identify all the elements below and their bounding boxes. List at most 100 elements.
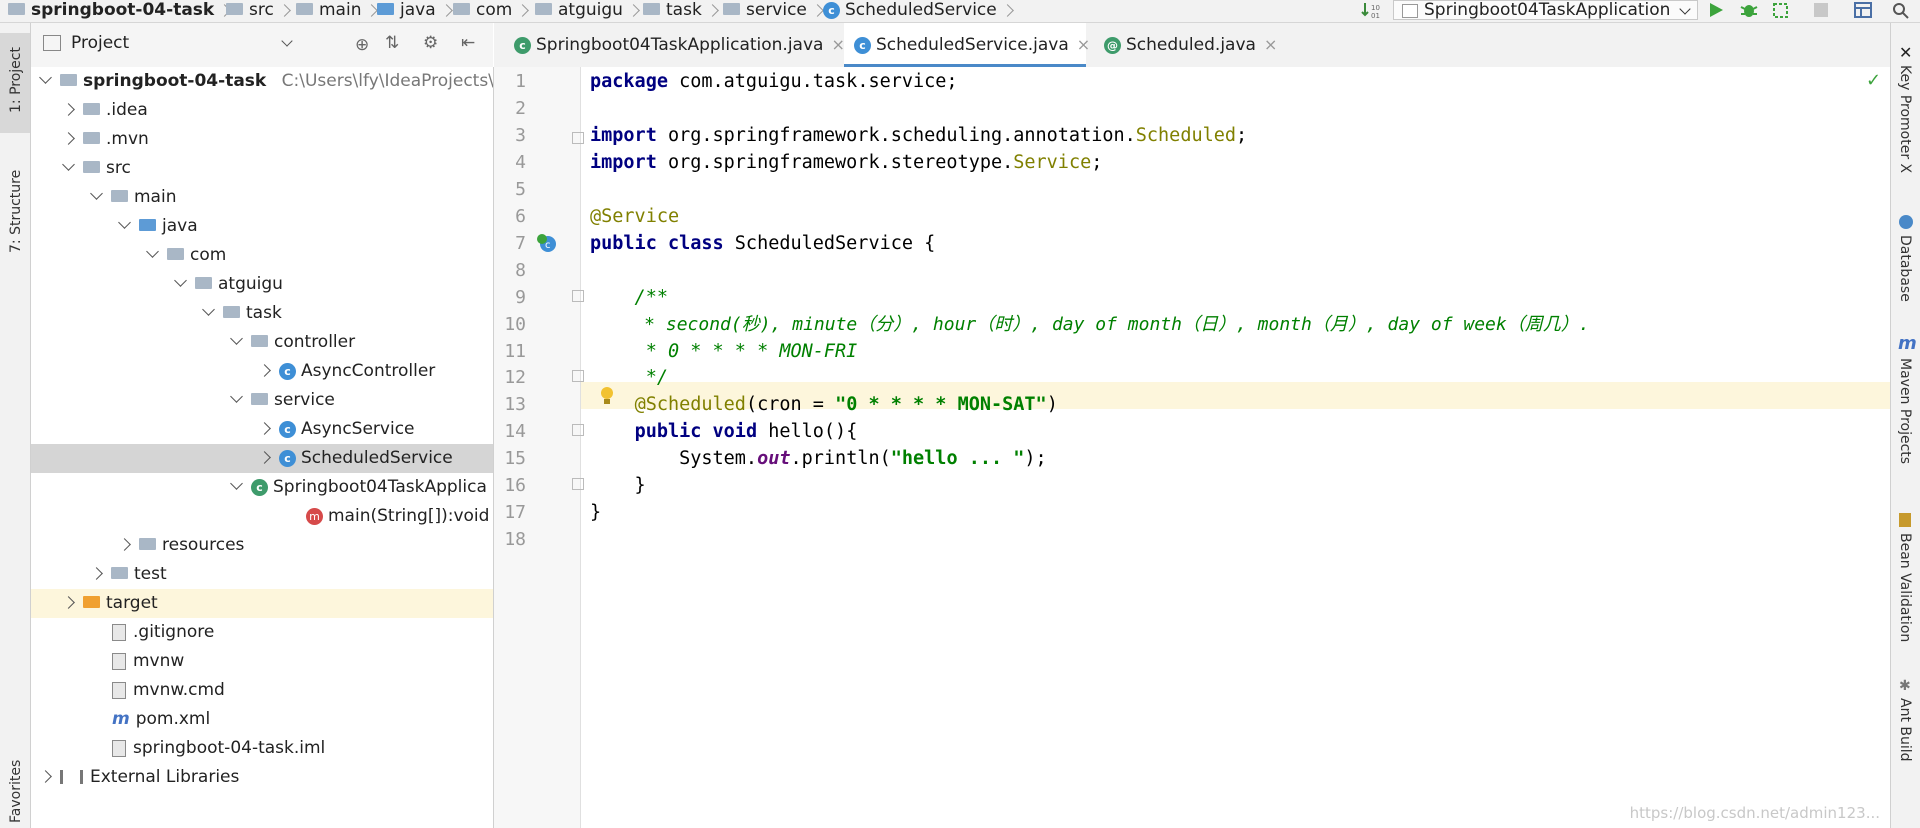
tree-item-resources[interactable]: resources	[31, 531, 493, 560]
breadcrumb-item-com[interactable]: com	[453, 0, 530, 22]
line-number: 1	[515, 71, 526, 92]
tree-item-mvn[interactable]: .mvn	[31, 125, 493, 154]
bean-validation-tool-button[interactable]: Bean Validation	[1897, 533, 1913, 642]
tree-item-iml[interactable]: springboot-04-task.iml	[31, 734, 493, 763]
tree-item-asyncservice[interactable]: c AsyncService	[31, 415, 493, 444]
chevron-down-icon[interactable]	[146, 245, 159, 258]
maven-icon: m	[1898, 333, 1917, 354]
chevron-down-icon[interactable]	[62, 158, 75, 171]
close-icon[interactable]: ×	[831, 35, 844, 54]
chevron-down-icon[interactable]	[230, 332, 243, 345]
tree-item-java[interactable]: java	[31, 212, 493, 241]
package-icon	[535, 3, 552, 15]
fold-marker-icon[interactable]	[572, 478, 584, 490]
folder-icon	[83, 161, 100, 173]
chevron-down-icon[interactable]	[39, 71, 52, 84]
bean-validation-icon	[1899, 513, 1911, 527]
gear-icon[interactable]: ⚙	[423, 33, 438, 53]
tree-item-gitignore[interactable]: .gitignore	[31, 618, 493, 647]
hide-icon[interactable]: ⇤	[461, 33, 475, 53]
right-tool-stripe: ✕ Key Promoter X Database m Maven Projec…	[1890, 23, 1920, 828]
breadcrumb-item-main[interactable]: main	[296, 0, 379, 22]
project-view-title[interactable]: Project	[71, 33, 129, 53]
package-icon	[723, 3, 740, 15]
tree-item-main[interactable]: main	[31, 183, 493, 212]
tree-item-atguigu[interactable]: atguigu	[31, 270, 493, 299]
chevron-down-icon[interactable]	[230, 477, 243, 490]
chevron-right-icon[interactable]	[39, 770, 52, 783]
tree-item-idea[interactable]: .idea	[31, 96, 493, 125]
chevron-right-icon[interactable]	[90, 567, 103, 580]
breadcrumb-item-task[interactable]: task	[643, 0, 719, 22]
close-icon[interactable]: ×	[1077, 35, 1090, 54]
debug-icon[interactable]	[1738, 1, 1760, 19]
key-promoter-tool-button[interactable]: Key Promoter X	[1897, 65, 1913, 173]
structure-tool-button[interactable]: 7: Structure	[0, 153, 30, 263]
tree-item-mvnw-cmd[interactable]: mvnw.cmd	[31, 676, 493, 705]
breadcrumb-item-service[interactable]: service	[723, 0, 824, 22]
chevron-down-icon[interactable]	[281, 35, 293, 47]
chevron-right-icon[interactable]	[62, 132, 75, 145]
tree-item-test[interactable]: test	[31, 560, 493, 589]
chevron-down-icon[interactable]	[202, 303, 215, 316]
stop-icon[interactable]	[1810, 1, 1832, 19]
tree-item-scheduledservice[interactable]: c ScheduledService	[31, 444, 493, 473]
tree-item-pom-xml[interactable]: m pom.xml	[31, 705, 493, 734]
favorites-tool-button[interactable]: Favorites	[0, 743, 30, 828]
project-structure-icon[interactable]	[1852, 1, 1874, 19]
run-class-gutter-icon[interactable]: c	[536, 233, 560, 260]
chevron-right-icon[interactable]	[258, 451, 271, 464]
coverage-icon[interactable]	[1770, 1, 1792, 19]
run-configuration-select[interactable]: Springboot04TaskApplication	[1393, 0, 1698, 20]
tree-item-controller[interactable]: controller	[31, 328, 493, 357]
breadcrumb-item-java[interactable]: java	[377, 0, 453, 22]
fold-marker-icon[interactable]	[572, 370, 584, 382]
fold-marker-icon[interactable]	[572, 424, 584, 436]
chevron-down-icon[interactable]	[118, 216, 131, 229]
tree-item-external-libraries[interactable]: External Libraries	[31, 763, 493, 792]
maven-tool-button[interactable]: Maven Projects	[1897, 358, 1913, 464]
chevron-right-icon[interactable]	[258, 364, 271, 377]
tree-item-target[interactable]: target	[31, 589, 493, 618]
close-icon[interactable]: ✕	[1899, 43, 1912, 62]
breadcrumb-item-project[interactable]: springboot-04-task	[8, 0, 232, 22]
chevron-right-icon[interactable]	[118, 538, 131, 551]
tab-springboot04taskapplication[interactable]: c Springboot04TaskApplication.java ×	[504, 23, 854, 67]
sort-icon[interactable]: 10 01	[1360, 1, 1382, 20]
tab-scheduledservice[interactable]: c ScheduledService.java ×	[844, 23, 1090, 67]
close-icon[interactable]: ×	[1264, 35, 1277, 54]
search-icon[interactable]	[1890, 1, 1912, 19]
code-line-1: package com.atguigu.task.service;	[590, 71, 958, 92]
breadcrumb-item-atguigu[interactable]: atguigu	[535, 0, 640, 22]
chevron-down-icon[interactable]	[174, 274, 187, 287]
breadcrumb-item-src[interactable]: src	[226, 0, 291, 22]
tab-scheduled[interactable]: @ Scheduled.java ×	[1094, 23, 1284, 67]
database-tool-button[interactable]: Database	[1897, 235, 1913, 302]
tree-item-mvnw[interactable]: mvnw	[31, 647, 493, 676]
chevron-right-icon[interactable]	[62, 103, 75, 116]
tree-item-task[interactable]: task	[31, 299, 493, 328]
tree-item-springboot04taskapplication[interactable]: c Springboot04TaskApplica	[31, 473, 493, 502]
tree-item-springboot-04-task[interactable]: springboot-04-task C:\Users\lfy\IdeaProj…	[31, 67, 493, 96]
line-number: 3	[515, 125, 526, 146]
chevron-right-icon[interactable]	[258, 422, 271, 435]
fold-marker-icon[interactable]	[572, 290, 584, 302]
tree-item-asynccontroller[interactable]: c AsyncController	[31, 357, 493, 386]
tree-item-src[interactable]: src	[31, 154, 493, 183]
chevron-right-icon[interactable]	[62, 596, 75, 609]
tree-item-service[interactable]: service	[31, 386, 493, 415]
project-view-icon	[43, 35, 61, 51]
ant-build-tool-button[interactable]: Ant Build	[1897, 698, 1913, 762]
tree-item-main-method[interactable]: m main(String[]):void	[31, 502, 493, 531]
project-tool-button[interactable]: 1: Project	[0, 33, 30, 133]
run-icon[interactable]	[1705, 1, 1727, 19]
chevron-down-icon[interactable]	[230, 390, 243, 403]
locate-icon[interactable]: ⊕	[355, 35, 369, 55]
breadcrumb-item-scheduledservice[interactable]: c ScheduledService	[823, 0, 1014, 22]
chevron-down-icon[interactable]	[90, 187, 103, 200]
folder-icon	[111, 567, 128, 579]
fold-marker-icon[interactable]	[572, 132, 584, 144]
line-number: 14	[504, 421, 526, 442]
tree-item-com[interactable]: com	[31, 241, 493, 270]
collapse-all-icon[interactable]: ⇅	[385, 33, 399, 53]
